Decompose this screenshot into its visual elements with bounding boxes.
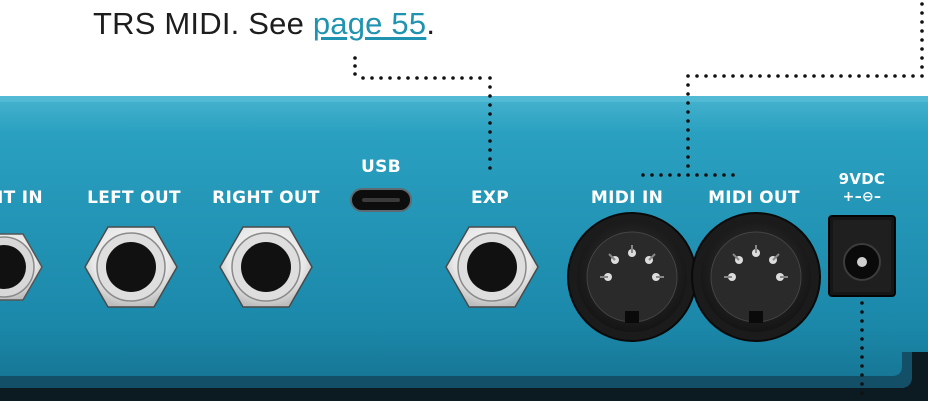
label-left-out: LEFT OUT: [87, 188, 181, 208]
label-right-out: RIGHT OUT: [212, 188, 320, 208]
label-exp: EXP: [470, 188, 510, 208]
polarity-symbol: +–⊖–: [842, 189, 882, 205]
usb-c-port-icon: [350, 188, 412, 212]
din-5-midi-icon: [567, 212, 697, 342]
label-midi-in: MIDI IN: [590, 188, 664, 208]
label-midi-out: MIDI OUT: [708, 188, 800, 208]
label-power: 9VDC: [838, 170, 886, 188]
din-5-midi-icon: [691, 212, 821, 342]
dc-barrel-jack-icon: [828, 215, 896, 297]
label-usb: USB: [361, 157, 401, 177]
label-right-in: HT IN: [0, 188, 43, 208]
